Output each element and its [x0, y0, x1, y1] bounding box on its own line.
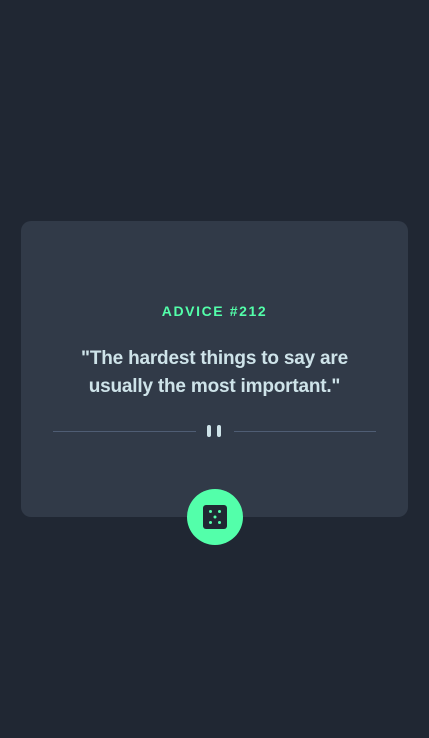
dice-icon [203, 505, 227, 529]
page: ADVICE #212 "The hardest things to say a… [0, 0, 429, 738]
pause-icon [207, 425, 223, 438]
divider [53, 424, 376, 438]
generate-advice-button[interactable] [187, 489, 243, 545]
advice-quote: "The hardest things to say are usually t… [81, 348, 348, 397]
pause-bar-left [207, 425, 211, 437]
divider-line-right [234, 431, 376, 432]
pause-bar-right [217, 425, 221, 437]
advice-id: ADVICE #212 [161, 303, 268, 319]
advice-card: ADVICE #212 "The hardest things to say a… [21, 221, 408, 517]
divider-line-left [53, 431, 196, 432]
